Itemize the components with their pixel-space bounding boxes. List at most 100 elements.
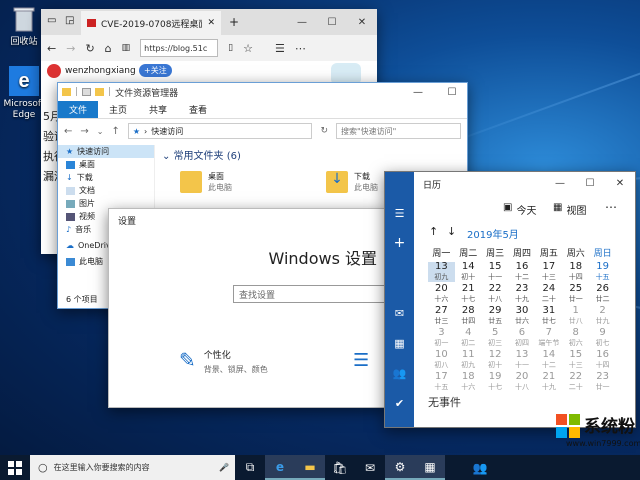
personalization-tile[interactable]: ✎ 个性化 背景、锁屏、颜色: [179, 350, 268, 376]
next-month-icon[interactable]: ↓: [447, 225, 456, 238]
reading-icon[interactable]: ▥: [122, 43, 131, 53]
calendar-day[interactable]: 9 初七: [589, 328, 616, 348]
calendar-day[interactable]: 13 十一: [509, 350, 536, 370]
calendar-icon[interactable]: ▦: [385, 328, 414, 358]
folder-tile-desktop[interactable]: 桌面 此电脑: [180, 171, 232, 193]
today-button[interactable]: ▣ 今天: [503, 202, 536, 217]
minimize-icon[interactable]: —: [545, 172, 575, 194]
calendar-day[interactable]: 17 十五: [428, 372, 455, 392]
taskbar-search[interactable]: ○ 在这里输入你要搜索的内容 🎤: [30, 455, 235, 480]
calendar-day[interactable]: 19 十五: [589, 262, 616, 282]
back-icon[interactable]: ←: [64, 126, 72, 137]
close-icon[interactable]: ✕: [347, 9, 377, 35]
calendar-day[interactable]: 14 十二: [535, 350, 562, 370]
settings-icon[interactable]: ⚙: [385, 418, 414, 428]
calendar-day[interactable]: 3 初一: [428, 328, 455, 348]
calendar-day[interactable]: 16 十二: [509, 262, 536, 282]
settings-search-input[interactable]: 查找设置: [233, 285, 387, 303]
calendar-day[interactable]: 12 初十: [482, 350, 509, 370]
calendar-day[interactable]: 15 十一: [482, 262, 509, 282]
favorite-star-icon[interactable]: ☆: [243, 42, 253, 55]
taskbar-store-icon[interactable]: 🛍: [325, 455, 355, 480]
taskbar-people-icon[interactable]: 👥: [465, 455, 495, 480]
nav-item-desktop[interactable]: 桌面: [58, 158, 154, 171]
calendar-day[interactable]: 25 廿一: [562, 284, 589, 304]
maximize-icon[interactable]: ☐: [575, 172, 605, 194]
minimize-icon[interactable]: —: [403, 83, 433, 101]
calendar-day[interactable]: 23 廿一: [589, 372, 616, 392]
calendar-day[interactable]: 29 廿五: [482, 306, 509, 326]
ribbon-tab-home[interactable]: 主页: [98, 101, 138, 118]
calendar-day[interactable]: 5 初三: [482, 328, 509, 348]
forward-icon[interactable]: →: [66, 42, 75, 55]
more-icon[interactable]: ⋯: [605, 200, 617, 214]
path-field[interactable]: ★ › 快速访问: [127, 123, 313, 139]
nav-item-documents[interactable]: 文档: [58, 184, 154, 197]
home-icon[interactable]: ⌂: [105, 42, 112, 55]
nav-item-quick-access[interactable]: ★ 快速访问: [58, 145, 154, 158]
apps-icon[interactable]: ☰: [353, 350, 369, 371]
taskbar-explorer-icon[interactable]: ▬: [295, 455, 325, 480]
people-icon[interactable]: 👥: [385, 358, 414, 388]
tab-close-icon[interactable]: ✕: [207, 18, 215, 28]
explorer-search-input[interactable]: 搜索"快速访问": [336, 123, 461, 139]
start-button[interactable]: [0, 455, 30, 480]
ribbon-tab-file[interactable]: 文件: [58, 101, 99, 118]
prev-month-icon[interactable]: ↑: [429, 225, 438, 238]
calendar-day[interactable]: 16 十四: [589, 350, 616, 370]
new-tab-button[interactable]: +: [229, 15, 239, 29]
mail-icon[interactable]: ✉: [385, 298, 414, 328]
hamburger-icon[interactable]: ☰: [385, 198, 414, 228]
taskbar-settings-icon[interactable]: ⚙: [385, 455, 415, 480]
calendar-day[interactable]: 18 十六: [455, 372, 482, 392]
tab-preview-icon[interactable]: ▭: [47, 15, 56, 26]
refresh-icon[interactable]: ↻: [85, 42, 94, 55]
taskbar-edge-icon[interactable]: e: [265, 455, 295, 480]
calendar-day[interactable]: 4 初二: [455, 328, 482, 348]
month-label[interactable]: 2019年5月: [467, 226, 519, 241]
maximize-icon[interactable]: ☐: [317, 9, 347, 35]
microphone-icon[interactable]: 🎤: [219, 463, 229, 472]
task-view-icon[interactable]: ⧉: [235, 455, 265, 480]
reading-view-icon[interactable]: ▯: [228, 43, 233, 53]
calendar-day[interactable]: 10 初八: [428, 350, 455, 370]
ribbon-tab-view[interactable]: 查看: [178, 101, 218, 118]
more-icon[interactable]: ⋯: [295, 42, 306, 55]
up-icon[interactable]: ↑: [111, 126, 119, 137]
calendar-day[interactable]: 28 廿四: [455, 306, 482, 326]
tab-back-icon[interactable]: ◲: [65, 15, 74, 26]
calendar-day[interactable]: 7 端午节: [535, 328, 562, 348]
calendar-day[interactable]: 21 十七: [455, 284, 482, 304]
taskbar-calendar-icon[interactable]: ▦: [415, 455, 445, 480]
taskbar-mail-icon[interactable]: ✉: [355, 455, 385, 480]
new-event-icon[interactable]: +: [385, 228, 414, 258]
calendar-day[interactable]: 11 初九: [455, 350, 482, 370]
calendar-day[interactable]: 22 二十: [562, 372, 589, 392]
calendar-day[interactable]: 31 廿七: [535, 306, 562, 326]
todo-icon[interactable]: ✔: [385, 388, 414, 418]
maximize-icon[interactable]: ☐: [437, 83, 467, 101]
folder-tile-downloads[interactable]: ↓ 下载 此电脑: [326, 171, 378, 193]
calendar-day[interactable]: 15 十三: [562, 350, 589, 370]
calendar-day[interactable]: 20 十六: [428, 284, 455, 304]
calendar-day[interactable]: 26 廿二: [589, 284, 616, 304]
back-icon[interactable]: ←: [47, 42, 56, 55]
refresh-icon[interactable]: ↻: [320, 126, 328, 136]
url-field[interactable]: https://blog.51c: [140, 39, 219, 57]
favorites-hub-icon[interactable]: ☰: [275, 42, 285, 55]
ribbon-tab-share[interactable]: 共享: [138, 101, 178, 118]
calendar-day[interactable]: 13 初九: [428, 262, 455, 282]
view-button[interactable]: ▦ 视图: [553, 202, 586, 217]
calendar-day[interactable]: 6 初四: [509, 328, 536, 348]
properties-icon[interactable]: [82, 88, 92, 96]
calendar-day[interactable]: 2 廿九: [589, 306, 616, 326]
calendar-day[interactable]: 19 十七: [482, 372, 509, 392]
calendar-day[interactable]: 23 十九: [509, 284, 536, 304]
follow-button[interactable]: +关注: [139, 64, 172, 77]
calendar-day[interactable]: 22 十八: [482, 284, 509, 304]
calendar-day[interactable]: 30 廿六: [509, 306, 536, 326]
calendar-day[interactable]: 20 十八: [509, 372, 536, 392]
calendar-day[interactable]: 8 初六: [562, 328, 589, 348]
calendar-day[interactable]: 18 十四: [562, 262, 589, 282]
blog-username[interactable]: wenzhongxiang: [65, 66, 136, 76]
